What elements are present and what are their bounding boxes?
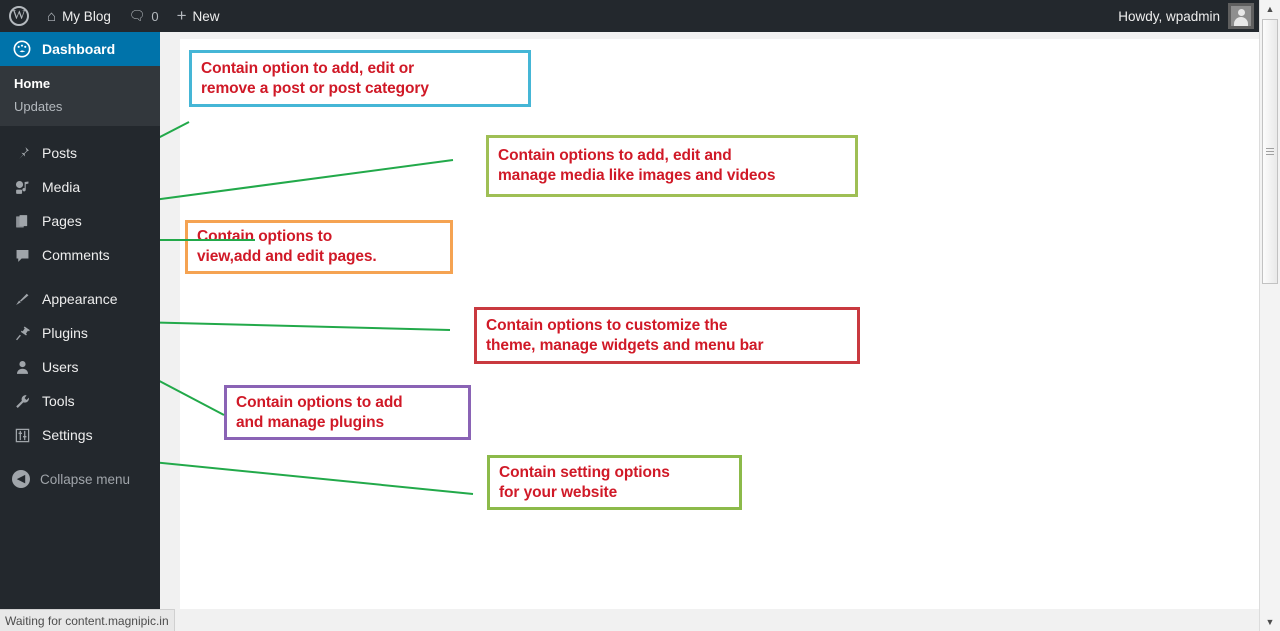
dashboard-gauge-icon: [12, 39, 32, 59]
scrollbar-grip-icon: [1266, 148, 1274, 155]
collapse-menu-button[interactable]: ◀ Collapse menu: [0, 462, 160, 496]
content-top-gutter: [160, 32, 1260, 39]
sidebar-item-users[interactable]: Users: [0, 350, 160, 384]
sidebar-item-media[interactable]: Media: [0, 170, 160, 204]
sidebar-item-label-tools: Tools: [42, 393, 75, 409]
content-left-gutter: [160, 32, 180, 609]
settings-annotation-text: Contain setting options for your website: [499, 463, 670, 501]
sliders-icon: [12, 425, 32, 445]
site-name-label: My Blog: [62, 8, 111, 24]
sidebar-item-label-plugins: Plugins: [42, 325, 88, 341]
comment-bubble-icon: [12, 245, 32, 265]
wordpress-logo-icon: W: [9, 6, 29, 26]
triangle-down-icon[interactable]: ▼: [1260, 613, 1280, 631]
browser-viewport: W ⌂ My Blog 🗨 0 + New Howdy, wpadmin Das…: [0, 0, 1280, 631]
comment-bubble-icon: 🗨: [128, 8, 146, 23]
sidebar-item-pages[interactable]: Pages: [0, 204, 160, 238]
comments-count: 0: [151, 8, 159, 24]
pushpin-icon: [12, 143, 32, 163]
media-annotation-box: Contain options to add, edit and manage …: [486, 135, 858, 197]
sidebar-item-label-posts: Posts: [42, 145, 78, 161]
pages-annotation-box: Contain options to view,add and edit pag…: [185, 220, 453, 274]
appearance-annotation-text: Contain options to customize the theme, …: [486, 316, 764, 354]
adminbar-site-name[interactable]: ⌂ My Blog: [38, 0, 120, 32]
sidebar-item-appearance[interactable]: Appearance: [0, 282, 160, 316]
sidebar-item-dashboard[interactable]: Dashboard: [0, 32, 160, 66]
paintbrush-icon: [12, 289, 32, 309]
wrench-icon: [12, 391, 32, 411]
admin-sidebar-menu: Dashboard Home Updates Posts Media Pages…: [0, 32, 160, 609]
sidebar-item-tools[interactable]: Tools: [0, 384, 160, 418]
media-annotation-text: Contain options to add, edit and manage …: [498, 147, 776, 184]
adminbar-account-area[interactable]: Howdy, wpadmin: [1118, 3, 1280, 29]
adminbar-new-content[interactable]: + New: [168, 0, 229, 32]
new-label: New: [192, 8, 220, 24]
sidebar-item-posts[interactable]: Posts: [0, 136, 160, 170]
browser-status-bar: Waiting for content.magnipic.in: [0, 609, 175, 631]
home-icon: ⌂: [47, 7, 57, 25]
plus-icon: +: [176, 6, 187, 25]
sidebar-item-label-dashboard: Dashboard: [42, 41, 116, 57]
posts-annotation-text: Contain option to add, edit or remove a …: [201, 59, 429, 97]
triangle-up-icon[interactable]: ▲: [1260, 0, 1280, 18]
plugins-annotation-box: Contain options to add and manage plugin…: [224, 385, 471, 440]
sidebar-subitem-updates[interactable]: Updates: [0, 95, 160, 118]
sidebar-item-settings[interactable]: Settings: [0, 418, 160, 452]
menu-separator-1: [0, 126, 160, 136]
page-scrollbar[interactable]: ▲ ▼: [1259, 0, 1280, 631]
dashboard-submenu: Home Updates: [0, 66, 160, 126]
user-avatar-icon: [1228, 3, 1254, 29]
plugins-annotation-text: Contain options to add and manage plugin…: [236, 393, 403, 431]
page-bottom-strip: [0, 609, 1280, 631]
appearance-annotation-box: Contain options to customize the theme, …: [474, 307, 860, 364]
pages-icon: [12, 211, 32, 231]
adminbar-wp-logo[interactable]: W: [0, 0, 38, 32]
sidebar-item-label-media: Media: [42, 179, 81, 195]
pages-annotation-text: Contain options to view,add and edit pag…: [197, 228, 377, 265]
wp-admin-bar: W ⌂ My Blog 🗨 0 + New Howdy, wpadmin: [0, 0, 1280, 32]
sidebar-item-label-appearance: Appearance: [42, 291, 118, 307]
sidebar-subitem-home[interactable]: Home: [0, 72, 160, 95]
media-note-icon: [12, 177, 32, 197]
howdy-label: Howdy, wpadmin: [1118, 8, 1220, 24]
chevron-left-circle-icon: ◀: [12, 470, 30, 488]
sidebar-item-plugins[interactable]: Plugins: [0, 316, 160, 350]
menu-separator-2: [0, 272, 160, 282]
plug-icon: [12, 323, 32, 343]
sidebar-item-label-settings: Settings: [42, 427, 93, 443]
sidebar-item-label-users: Users: [42, 359, 79, 375]
menu-separator-3: [0, 452, 160, 462]
status-text: Waiting for content.magnipic.in: [5, 613, 169, 628]
scrollbar-thumb[interactable]: [1262, 19, 1278, 284]
posts-annotation-box: Contain option to add, edit or remove a …: [189, 50, 531, 107]
sidebar-item-label-comments: Comments: [42, 247, 110, 263]
user-icon: [12, 357, 32, 377]
adminbar-comments[interactable]: 🗨 0: [120, 0, 168, 32]
sidebar-item-comments[interactable]: Comments: [0, 238, 160, 272]
collapse-menu-label: Collapse menu: [40, 471, 131, 487]
settings-annotation-box: Contain setting options for your website: [487, 455, 742, 510]
sidebar-item-label-pages: Pages: [42, 213, 82, 229]
